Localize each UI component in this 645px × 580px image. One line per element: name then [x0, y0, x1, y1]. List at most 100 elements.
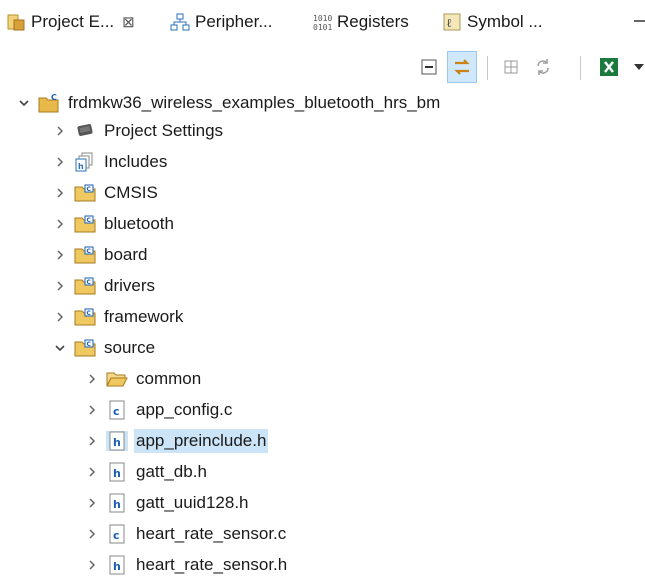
chevron-right-icon[interactable] [84, 557, 100, 573]
svg-text:h: h [113, 498, 121, 511]
c-file-icon: c [106, 400, 128, 420]
tree-item-label: CMSIS [104, 183, 158, 202]
tree-item-heart-rate-sensor-h[interactable]: h heart_rate_sensor.h [84, 550, 289, 580]
tree-item-app-preinclude-h[interactable]: h app_preinclude.h [84, 426, 269, 456]
peripherals-icon [170, 12, 190, 32]
svg-text:C: C [51, 93, 57, 102]
tree-item-bluetooth[interactable]: C bluetooth [52, 209, 176, 239]
tree-item-label: source [104, 338, 156, 357]
excel-export-icon[interactable] [596, 54, 622, 80]
registers-icon: 1010 0101 [312, 12, 332, 32]
svg-text:C: C [87, 279, 92, 286]
chevron-right-icon[interactable] [84, 464, 100, 480]
tab-symbol[interactable]: ℓ Symbol ... [442, 6, 543, 38]
svg-text:C: C [87, 186, 92, 193]
chevron-right-icon[interactable] [84, 402, 100, 418]
tree-item-cmsis[interactable]: C CMSIS [52, 178, 160, 208]
svg-text:C: C [87, 310, 92, 317]
symbol-icon: ℓ [442, 12, 462, 32]
tree-item-label: app_preinclude.h [134, 429, 269, 453]
svg-text:h: h [113, 436, 121, 449]
filter-icon[interactable] [498, 54, 524, 80]
source-folder-icon: C [74, 338, 96, 358]
chevron-right-icon[interactable] [52, 185, 68, 201]
chevron-down-icon[interactable] [52, 340, 68, 356]
svg-text:c: c [113, 529, 120, 542]
tree-item-framework[interactable]: C framework [52, 302, 185, 332]
svg-text:ℓ: ℓ [446, 16, 452, 30]
svg-text:h: h [113, 560, 121, 573]
c-file-icon: c [106, 524, 128, 544]
tree-item-gatt-uuid128-h[interactable]: h gatt_uuid128.h [84, 488, 251, 518]
view-menu-chevron-icon[interactable] [634, 64, 644, 70]
chevron-right-icon[interactable] [84, 371, 100, 387]
folder-open-icon [106, 369, 128, 389]
source-folder-icon: C [74, 214, 96, 234]
tree-item-heart-rate-sensor-c[interactable]: c heart_rate_sensor.c [84, 519, 288, 549]
tree-item-label: app_config.c [136, 400, 233, 419]
tree-item-label: gatt_db.h [136, 462, 207, 481]
tree-item-common[interactable]: common [84, 364, 203, 394]
chevron-right-icon[interactable] [52, 278, 68, 294]
tab-label: Peripher... [195, 12, 273, 31]
h-file-icon: h [106, 431, 128, 451]
tree-item-label: framework [104, 307, 184, 326]
settings-chip-icon [74, 121, 96, 141]
source-folder-icon: C [74, 245, 96, 265]
chevron-right-icon[interactable] [84, 526, 100, 542]
tab-label: Project E... [31, 12, 115, 31]
sync-icon[interactable] [530, 54, 556, 80]
source-folder-icon: C [74, 276, 96, 296]
tab-label: Symbol ... [467, 12, 543, 31]
chevron-down-icon[interactable] [16, 95, 32, 111]
tree-item-board[interactable]: C board [52, 240, 149, 270]
project-icon: C [38, 93, 60, 113]
tree-item-label: heart_rate_sensor.c [136, 524, 287, 543]
tree-item-label: drivers [104, 276, 156, 295]
minimize-icon[interactable] [634, 20, 645, 22]
chevron-right-icon[interactable] [84, 495, 100, 511]
tree-item-label: bluetooth [104, 214, 174, 233]
tab-peripherals[interactable]: Peripher... [170, 6, 273, 38]
includes-icon: h [74, 152, 96, 172]
tree-item-drivers[interactable]: C drivers [52, 271, 157, 301]
svg-text:C: C [87, 248, 92, 255]
link-with-editor-icon[interactable] [447, 51, 477, 83]
chevron-right-icon[interactable] [84, 433, 100, 449]
tree-item-app-config-c[interactable]: c app_config.c [84, 395, 234, 425]
tree-item-label: common [136, 369, 202, 388]
chevron-right-icon[interactable] [52, 123, 68, 139]
tab-registers[interactable]: 1010 0101 Registers [312, 6, 409, 38]
tree-item-label: gatt_uuid128.h [136, 493, 249, 512]
source-folder-icon: C [74, 307, 96, 327]
svg-text:h: h [78, 162, 84, 171]
svg-text:h: h [113, 467, 121, 480]
chevron-right-icon[interactable] [52, 309, 68, 325]
svg-text:C: C [87, 341, 92, 348]
project-explorer-icon [6, 12, 26, 32]
chevron-right-icon[interactable] [52, 247, 68, 263]
tree-item-gatt-db-h[interactable]: h gatt_db.h [84, 457, 209, 487]
close-icon[interactable]: ⊠ [122, 13, 135, 31]
view-toolbar [0, 48, 645, 88]
tree-item-label: frdmkw36_wireless_examples_bluetooth_hrs… [68, 93, 441, 112]
tree-item-includes[interactable]: h Includes [52, 147, 169, 177]
chevron-right-icon[interactable] [52, 154, 68, 170]
svg-text:1010: 1010 [313, 14, 332, 23]
tree-item-label: board [104, 245, 148, 264]
tree-item-label: heart_rate_sensor.h [136, 555, 288, 574]
source-folder-icon: C [74, 183, 96, 203]
tab-project-explorer[interactable]: Project E... ⊠ [6, 6, 135, 38]
tree-item-label: Includes [104, 152, 168, 171]
chevron-right-icon[interactable] [52, 216, 68, 232]
collapse-all-icon[interactable] [416, 54, 442, 80]
svg-text:0101: 0101 [313, 23, 332, 32]
svg-text:c: c [113, 405, 120, 418]
tree-item-label: Project Settings [104, 121, 224, 140]
tree-item-project-settings[interactable]: Project Settings [52, 116, 225, 146]
tree-item-source[interactable]: C source [52, 333, 157, 363]
h-file-icon: h [106, 462, 128, 482]
tree-item-project-root[interactable]: C frdmkw36_wireless_examples_bluetooth_h… [16, 88, 442, 118]
h-file-icon: h [106, 493, 128, 513]
svg-text:C: C [87, 217, 92, 224]
